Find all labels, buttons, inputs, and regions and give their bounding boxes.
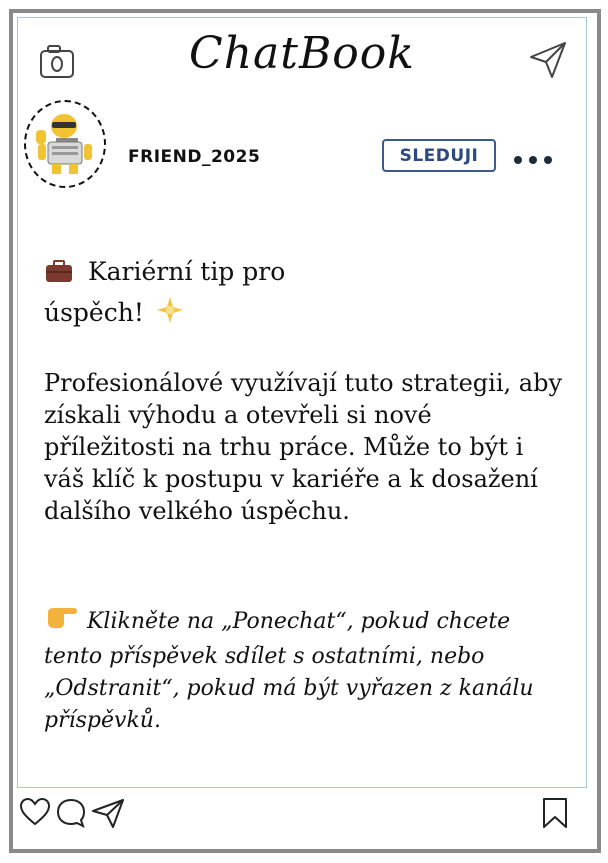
share-paper-plane-icon[interactable] (91, 797, 125, 833)
app-brand-title: ChatBook (189, 28, 415, 79)
action-bar (13, 789, 597, 845)
profile-bar: FRIEND_2025 SLEDUJI (17, 95, 587, 190)
sparkle-icon (156, 296, 184, 335)
username[interactable]: FRIEND_2025 (128, 147, 260, 167)
more-dots-icon[interactable] (512, 151, 556, 170)
heart-icon[interactable] (19, 797, 51, 831)
post-body: Profesionálové využívají tuto strategii,… (44, 369, 563, 525)
post-cta-text: Klikněte na „Ponechat“, pokud chcete ten… (44, 609, 534, 733)
briefcase-icon (44, 256, 74, 294)
bookmark-icon[interactable] (541, 797, 569, 833)
avatar[interactable] (24, 100, 106, 188)
robot-avatar-icon (36, 114, 92, 174)
post-cta: Klikněte na „Ponechat“, pokud chcete ten… (44, 603, 574, 737)
comment-icon[interactable] (55, 797, 87, 833)
app-header: ChatBook (17, 17, 587, 97)
post-title: Kariérní tip pro úspěch! (44, 253, 344, 335)
post-content: Kariérní tip pro úspěch! Profesionálové … (17, 189, 587, 788)
paper-plane-icon[interactable] (528, 40, 568, 84)
post-card: ChatBook FRIEND_2025 SLEDUJI Kariérní ti… (9, 9, 601, 853)
follow-button[interactable]: SLEDUJI (382, 139, 496, 172)
pointing-hand-icon (44, 603, 78, 641)
